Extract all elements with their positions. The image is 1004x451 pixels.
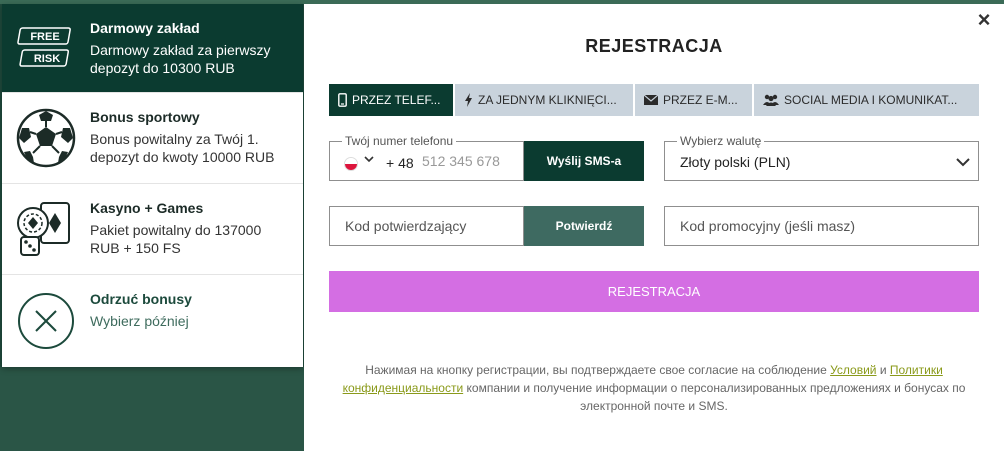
bonus-title: Odrzuć bonusy (90, 291, 192, 307)
phone-field-legend: Twój numer telefonu (342, 134, 457, 148)
bonus-title: Bonus sportowy (90, 109, 200, 125)
legal-text: компании и получение информации о персон… (463, 381, 966, 413)
country-code: + 48 (386, 155, 414, 171)
close-icon[interactable]: × (974, 9, 994, 31)
bonus-title: Kasyno + Games (90, 200, 204, 216)
envelope-icon (644, 95, 658, 105)
registration-modal: × REJESTRACJA PRZEZ TELEF... ZA JEDNYM K… (304, 4, 1004, 451)
currency-value: Złoty polski (PLN) (680, 154, 791, 170)
chevron-down-icon (956, 154, 970, 172)
decline-x-icon (2, 275, 90, 366)
currency-select[interactable]: Wybierz walutę Złoty polski (PLN) (664, 134, 979, 181)
tab-label: SOCIAL MEDIA I KOMUNIKAT... (784, 93, 958, 107)
bonus-description: Darmowy zakład za pierwszy depozyt do 10… (90, 42, 271, 76)
legal-notice: Нажимая на кнопку регистрации, вы подтве… (334, 361, 974, 415)
registration-tabs: PRZEZ TELEF... ZA JEDNYM KLIKNIĘCI... PR… (329, 84, 979, 116)
background-overlay (0, 367, 304, 451)
casino-chips-cards-icon (2, 184, 90, 274)
send-sms-button[interactable]: Wyślij SMS-a (524, 141, 644, 181)
promo-code-field (664, 206, 979, 246)
risk-badge-text: RISK (34, 53, 60, 65)
register-button[interactable]: REJESTRACJA (329, 271, 979, 312)
bonus-option-casino[interactable]: Kasyno + Games Pakiet powitalny do 13700… (2, 184, 303, 275)
modal-title: REJESTRACJA (585, 36, 723, 56)
lightning-icon (464, 93, 473, 107)
free-risk-icon: FREE RISK (2, 4, 90, 92)
bonus-description: Pakiet powitalny do 137000 RUB + 150 FS (90, 222, 262, 256)
confirm-button[interactable]: Potwierdź (524, 206, 644, 246)
legal-text: и (876, 363, 890, 377)
tab-label: ZA JEDNYM KLIKNIĘCI... (478, 93, 617, 107)
phone-icon (338, 93, 347, 107)
tab-social-media[interactable]: SOCIAL MEDIA I KOMUNIKAT... (754, 84, 979, 116)
legal-text: Нажимая на кнопку регистрации, вы подтве… (365, 363, 831, 377)
tab-one-click[interactable]: ZA JEDNYM KLIKNIĘCI... (455, 84, 633, 116)
bonus-option-decline[interactable]: Odrzuć bonusy Wybierz później (2, 275, 303, 366)
people-icon (763, 94, 779, 106)
tab-label: PRZEZ E-M... (663, 93, 738, 107)
confirmation-code-field (329, 206, 524, 246)
tab-label: PRZEZ TELEF... (352, 93, 441, 107)
phone-number-field: Twój numer telefonu + 48 (329, 134, 524, 181)
bonus-title: Darmowy zakład (90, 20, 200, 36)
bonus-description: Wybierz później (90, 313, 189, 329)
terms-link[interactable]: Условий (830, 363, 876, 377)
bonus-option-sport[interactable]: Bonus sportowy Bonus powitalny za Twój 1… (2, 93, 303, 184)
bonus-option-free-bet[interactable]: FREE RISK Darmowy zakład Darmowy zakład … (2, 4, 303, 93)
confirmation-code-input[interactable] (345, 218, 515, 234)
chevron-down-icon[interactable] (364, 155, 374, 166)
soccer-ball-icon (2, 93, 90, 183)
bonus-description: Bonus powitalny za Twój 1. depozyt do kw… (90, 131, 275, 165)
bonus-panel: FREE RISK Darmowy zakład Darmowy zakład … (2, 4, 303, 367)
free-badge-text: FREE (30, 31, 59, 43)
poland-flag-icon[interactable] (344, 157, 358, 171)
promo-code-input[interactable] (680, 218, 970, 234)
tab-email[interactable]: PRZEZ E-M... (635, 84, 752, 116)
phone-input[interactable] (422, 153, 522, 169)
currency-field-legend: Wybierz walutę (677, 134, 765, 148)
tab-phone[interactable]: PRZEZ TELEF... (329, 84, 453, 116)
